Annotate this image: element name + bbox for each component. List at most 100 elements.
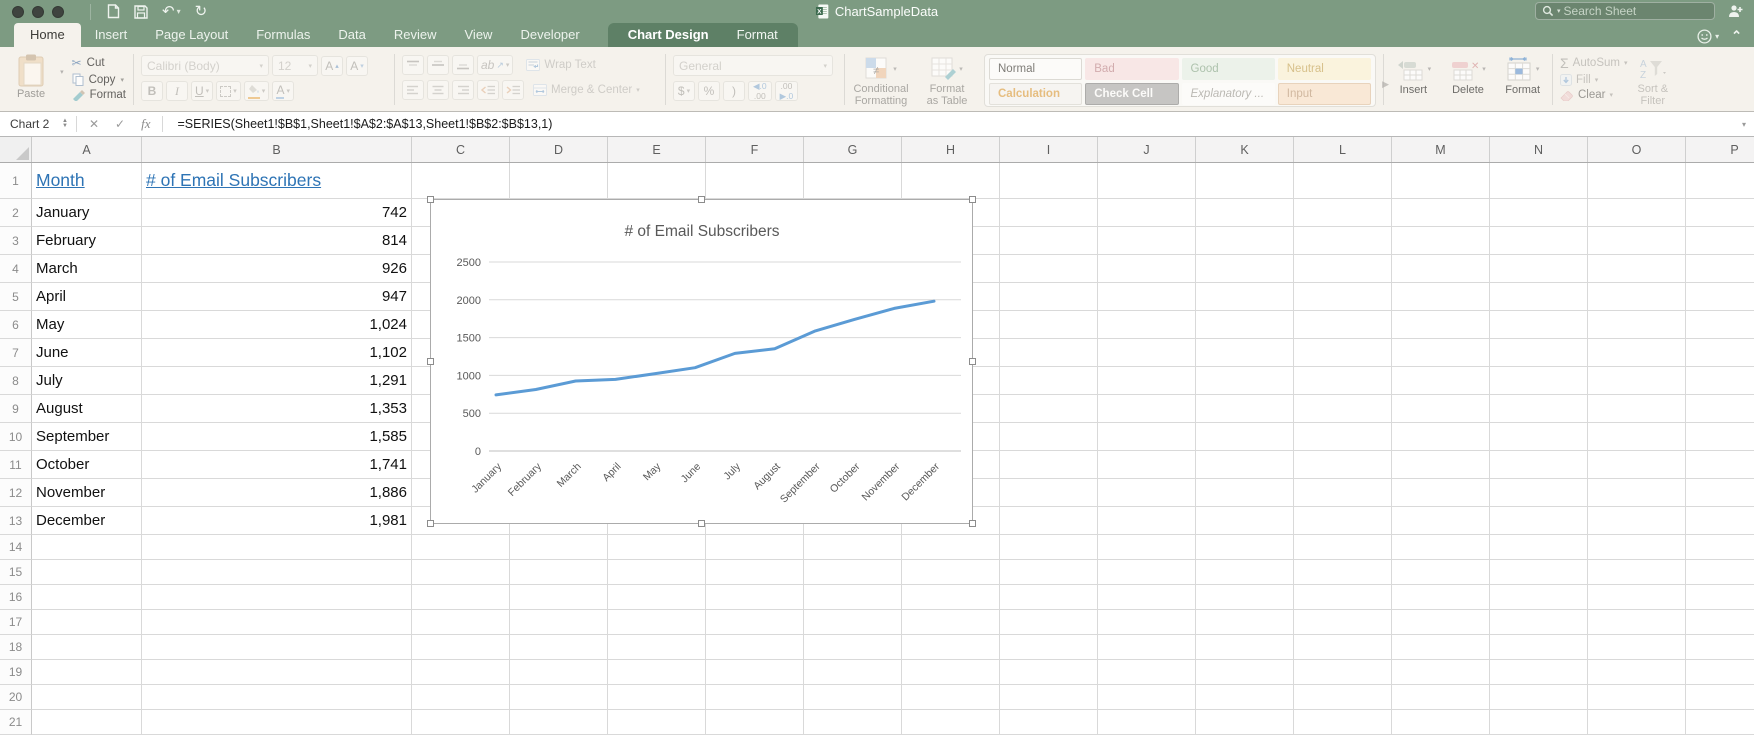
cell-J21[interactable] xyxy=(1098,710,1196,735)
cell-M21[interactable] xyxy=(1392,710,1490,735)
cell-O21[interactable] xyxy=(1588,710,1686,735)
cell-L8[interactable] xyxy=(1294,367,1392,395)
cell-J9[interactable] xyxy=(1098,395,1196,423)
cell-D1[interactable] xyxy=(510,163,608,199)
cell-P11[interactable] xyxy=(1686,451,1754,479)
cell-P18[interactable] xyxy=(1686,635,1754,660)
cell-A15[interactable] xyxy=(32,560,142,585)
feedback-smiley-button[interactable]: ▾ xyxy=(1697,28,1719,44)
cell-D20[interactable] xyxy=(510,685,608,710)
cell-H18[interactable] xyxy=(902,635,1000,660)
cell-M3[interactable] xyxy=(1392,227,1490,255)
tab-insert[interactable]: Insert xyxy=(81,23,142,47)
cell-A1[interactable]: Month xyxy=(32,163,142,199)
underline-button[interactable]: U ▾ xyxy=(191,81,214,101)
cell-O8[interactable] xyxy=(1588,367,1686,395)
row-header-21[interactable]: 21 xyxy=(0,710,32,735)
align-right-button[interactable] xyxy=(452,80,474,100)
cell-J18[interactable] xyxy=(1098,635,1196,660)
cell-F20[interactable] xyxy=(706,685,804,710)
column-header-O[interactable]: O xyxy=(1588,137,1686,162)
cell-K5[interactable] xyxy=(1196,283,1294,311)
row-header-8[interactable]: 8 xyxy=(0,367,32,395)
cell-L12[interactable] xyxy=(1294,479,1392,507)
cell-N17[interactable] xyxy=(1490,610,1588,635)
cell-I1[interactable] xyxy=(1000,163,1098,199)
tab-chart-design[interactable]: Chart Design xyxy=(614,23,723,47)
chart-resize-handle[interactable] xyxy=(969,520,976,527)
cell-L9[interactable] xyxy=(1294,395,1392,423)
cell-style-calculation[interactable]: Calculation xyxy=(989,83,1083,105)
cell-F19[interactable] xyxy=(706,660,804,685)
cell-E19[interactable] xyxy=(608,660,706,685)
cell-B21[interactable] xyxy=(142,710,412,735)
paste-caret-icon[interactable]: ▾ xyxy=(60,68,64,107)
tab-data[interactable]: Data xyxy=(324,23,379,47)
tab-home[interactable]: Home xyxy=(14,23,81,47)
cell-B4[interactable]: 926 xyxy=(142,255,412,283)
cell-P8[interactable] xyxy=(1686,367,1754,395)
cell-A20[interactable] xyxy=(32,685,142,710)
cell-O5[interactable] xyxy=(1588,283,1686,311)
cell-L13[interactable] xyxy=(1294,507,1392,535)
cell-P9[interactable] xyxy=(1686,395,1754,423)
insert-cells-button[interactable]: ▾ Insert xyxy=(1391,54,1436,107)
cell-I4[interactable] xyxy=(1000,255,1098,283)
cell-O3[interactable] xyxy=(1588,227,1686,255)
cell-I6[interactable] xyxy=(1000,311,1098,339)
cell-K21[interactable] xyxy=(1196,710,1294,735)
cell-K17[interactable] xyxy=(1196,610,1294,635)
chart-resize-handle[interactable] xyxy=(969,357,976,365)
cell-J10[interactable] xyxy=(1098,423,1196,451)
align-top-button[interactable] xyxy=(402,55,424,75)
cell-A8[interactable]: July xyxy=(32,367,142,395)
sort-filter-button[interactable]: AZ Sort & Filter xyxy=(1637,55,1668,107)
minimize-window-button[interactable] xyxy=(32,5,44,18)
cell-J4[interactable] xyxy=(1098,255,1196,283)
increase-indent-button[interactable] xyxy=(502,80,524,100)
cell-N8[interactable] xyxy=(1490,367,1588,395)
cell-L14[interactable] xyxy=(1294,535,1392,560)
align-bottom-button[interactable] xyxy=(452,55,474,75)
cell-G15[interactable] xyxy=(804,560,902,585)
cell-B15[interactable] xyxy=(142,560,412,585)
cell-K12[interactable] xyxy=(1196,479,1294,507)
align-middle-button[interactable] xyxy=(427,55,449,75)
row-header-4[interactable]: 4 xyxy=(0,255,32,283)
undo-caret-icon[interactable]: ▾ xyxy=(177,5,181,19)
cell-M7[interactable] xyxy=(1392,339,1490,367)
cell-D21[interactable] xyxy=(510,710,608,735)
cell-J17[interactable] xyxy=(1098,610,1196,635)
cell-K3[interactable] xyxy=(1196,227,1294,255)
cell-N20[interactable] xyxy=(1490,685,1588,710)
collapse-ribbon-button[interactable]: ⌃ xyxy=(1731,28,1742,44)
cell-J20[interactable] xyxy=(1098,685,1196,710)
cell-I20[interactable] xyxy=(1000,685,1098,710)
cell-O11[interactable] xyxy=(1588,451,1686,479)
chart-resize-handle[interactable] xyxy=(697,520,705,527)
save-icon[interactable] xyxy=(134,4,148,19)
cell-K16[interactable] xyxy=(1196,585,1294,610)
cell-G1[interactable] xyxy=(804,163,902,199)
cell-M11[interactable] xyxy=(1392,451,1490,479)
cell-D19[interactable] xyxy=(510,660,608,685)
cell-M6[interactable] xyxy=(1392,311,1490,339)
cell-P6[interactable] xyxy=(1686,311,1754,339)
cell-L7[interactable] xyxy=(1294,339,1392,367)
cell-K10[interactable] xyxy=(1196,423,1294,451)
cell-C17[interactable] xyxy=(412,610,510,635)
cell-E16[interactable] xyxy=(608,585,706,610)
cell-style-input[interactable]: Input xyxy=(1277,83,1371,105)
cell-E21[interactable] xyxy=(608,710,706,735)
cell-P13[interactable] xyxy=(1686,507,1754,535)
cell-J16[interactable] xyxy=(1098,585,1196,610)
percent-button[interactable]: % xyxy=(698,81,720,101)
select-all-corner[interactable] xyxy=(0,137,32,162)
cell-N6[interactable] xyxy=(1490,311,1588,339)
cell-A6[interactable]: May xyxy=(32,311,142,339)
cell-N4[interactable] xyxy=(1490,255,1588,283)
cell-B9[interactable]: 1,353 xyxy=(142,395,412,423)
cell-H21[interactable] xyxy=(902,710,1000,735)
cell-K4[interactable] xyxy=(1196,255,1294,283)
cell-J12[interactable] xyxy=(1098,479,1196,507)
